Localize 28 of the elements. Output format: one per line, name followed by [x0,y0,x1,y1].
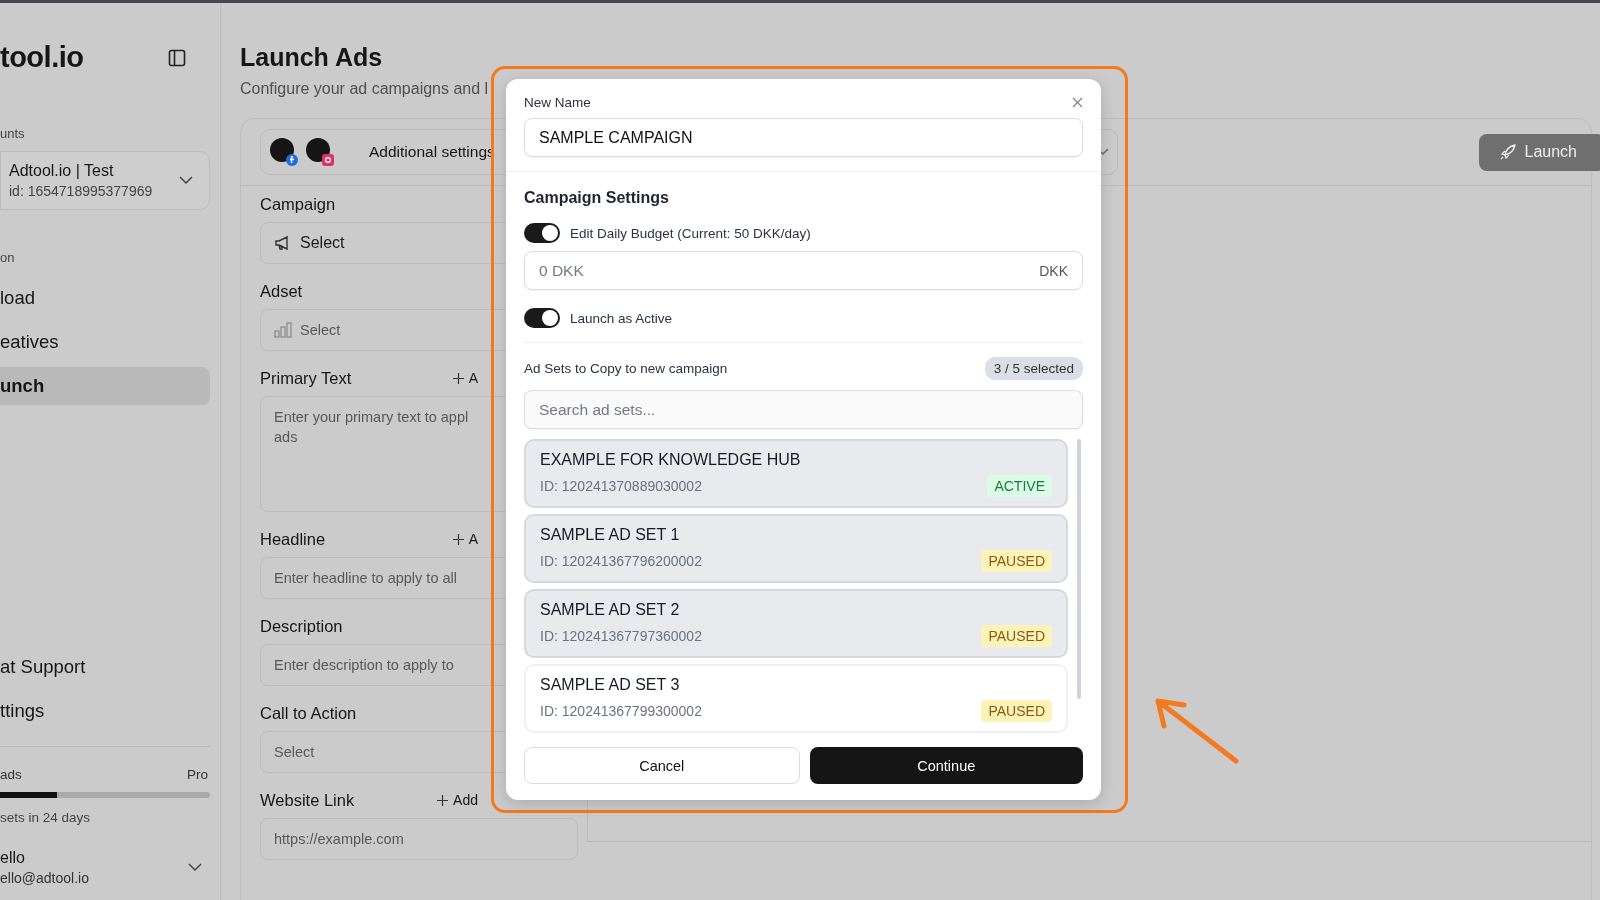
field-label: Primary Text [260,368,352,388]
usage-label: ads [0,767,22,782]
field-label: Website Link [260,790,355,810]
section-label: on [0,250,16,265]
logo: tool.io [0,41,84,74]
user-name: ello [0,849,26,867]
field-label: Headline [260,529,326,549]
section-label: unts [0,126,26,141]
selected-count: 3 / 5 selected [984,357,1083,380]
currency-suffix: DKK [1039,262,1068,279]
page-subtitle: Configure your ad campaigns and l [240,80,490,98]
status-badge: ACTIVE [987,475,1052,497]
user-email: ello@adtool.io [0,870,89,886]
account-id: id: 1654718995377969 [9,183,153,199]
page-title: Launch Ads [240,43,384,72]
account-name: Adtool.io | Test [9,162,115,180]
status-badge: PAUSED [981,550,1052,572]
plan-label: Pro [187,767,208,782]
field-label: Description [260,616,343,636]
field-label: Call to Action [260,703,357,723]
status-badge: PAUSED [981,625,1052,647]
list-label: Ad Sets to Copy to new campaign [524,361,728,376]
field-label: Adset [260,281,303,301]
field-label: Campaign [260,194,336,214]
usage-note: sets in 24 days [0,810,92,825]
section-title: Campaign Settings [524,189,670,207]
field-label: New Name [524,95,591,110]
status-badge: PAUSED [981,700,1052,722]
